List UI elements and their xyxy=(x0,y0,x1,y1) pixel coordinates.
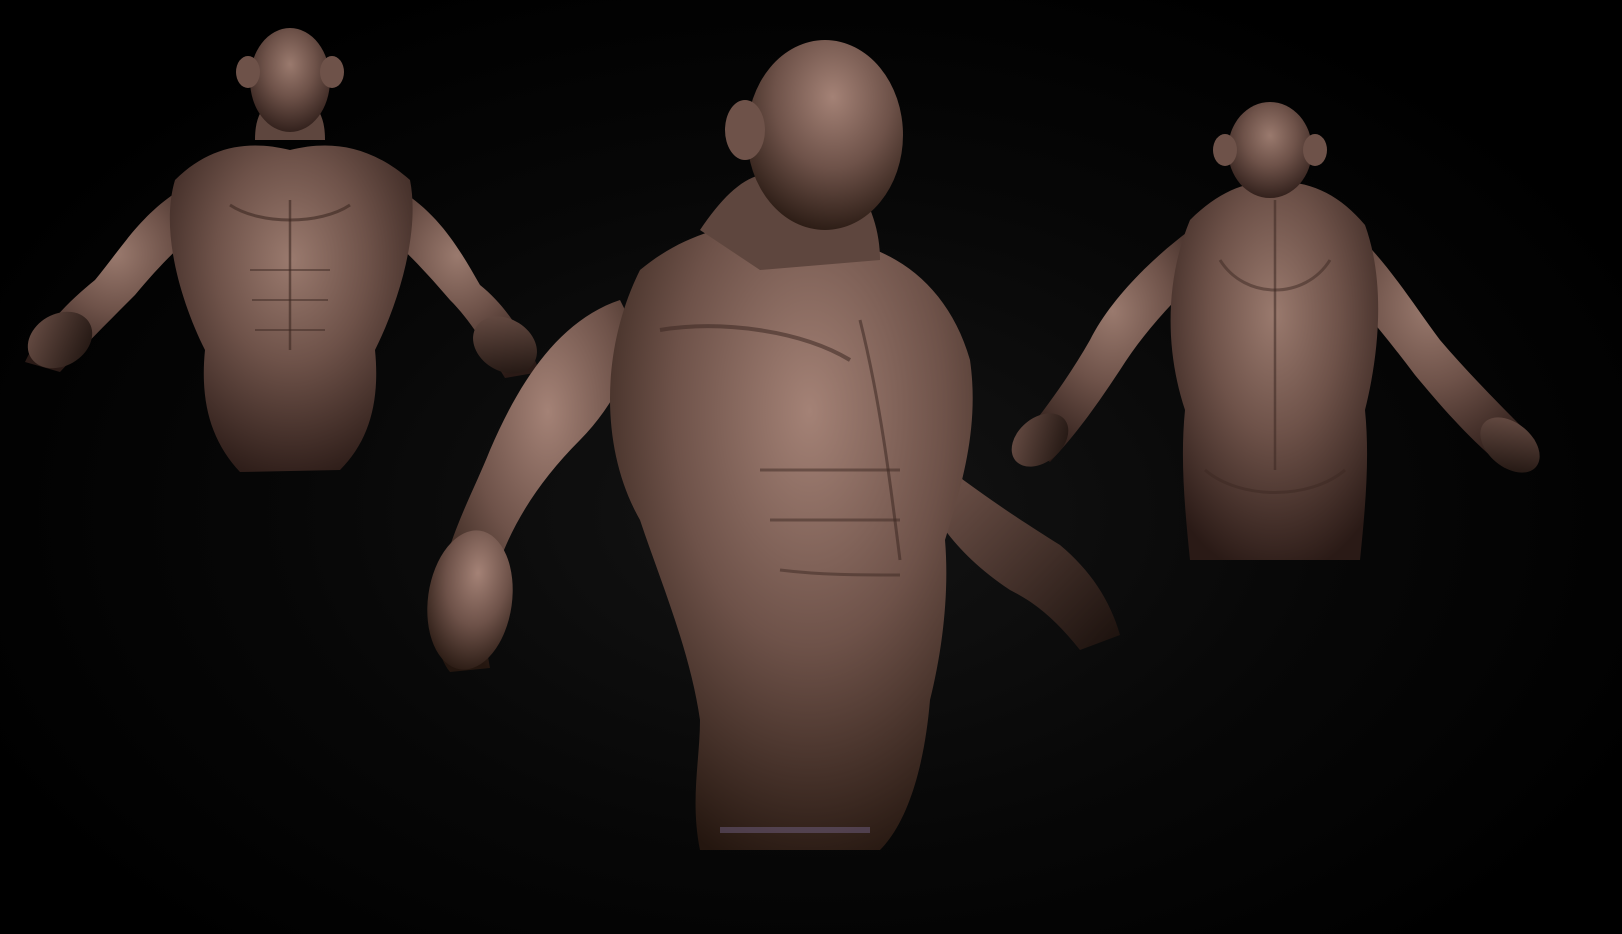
sculpture-render xyxy=(25,28,1540,850)
render-viewport xyxy=(0,0,1622,934)
bust-back-view xyxy=(1011,102,1540,560)
bust-front-view xyxy=(25,28,540,473)
